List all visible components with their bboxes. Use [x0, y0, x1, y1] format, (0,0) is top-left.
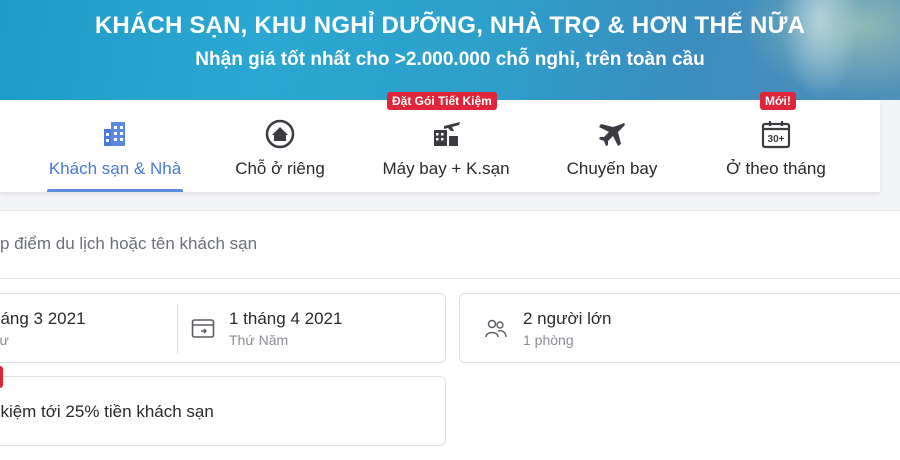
tab-private-homes[interactable]: Chỗ ở riêng	[224, 100, 336, 192]
search-panel: p điểm du lịch hoặc tên khách sạn háng 3…	[0, 210, 900, 460]
promo-badge	[0, 366, 3, 388]
active-tab-indicator	[47, 189, 183, 192]
calendar-checkout-icon	[191, 319, 215, 338]
search-placeholder: p điểm du lịch hoặc tên khách sạn	[0, 234, 258, 253]
date-divider	[177, 304, 178, 354]
hero-subtitle: Nhận giá tốt nhất cho >2.000.000 chỗ ngh…	[195, 49, 705, 70]
tab-hotels-homes[interactable]: Khách sạn & Nhà	[47, 100, 183, 192]
hero-banner: KHÁCH SẠN, KHU NGHỈ DƯỠNG, NHÀ TRỌ & HƠN…	[0, 0, 900, 100]
tab-label: Ở theo tháng	[726, 159, 826, 178]
airplane-icon	[599, 123, 625, 146]
checkin-date[interactable]: háng 3 2021	[0, 309, 86, 329]
flight-hotel-icon	[434, 122, 460, 146]
promo-text: t kiệm tới 25% tiền khách sạn	[0, 402, 214, 421]
checkin-weekday: Tư	[0, 332, 9, 348]
tab-monthly-stays[interactable]: Mới! 30+ Ở theo tháng	[720, 92, 832, 192]
adults-count: 2 người lớn	[523, 309, 612, 328]
checkout-date[interactable]: 1 tháng 4 2021	[229, 309, 342, 329]
tab-label: Chỗ ở riêng	[235, 159, 325, 178]
guests-icon	[485, 319, 507, 338]
new-badge: Mới!	[760, 92, 796, 110]
date-picker[interactable]: háng 3 2021 Tư 1 tháng 4 2021 Thứ Năm	[0, 293, 446, 363]
tab-label: Chuyến bay	[566, 159, 658, 178]
hotel-building-icon	[104, 122, 125, 146]
rooms-count: 1 phòng	[523, 332, 574, 348]
destination-search-input[interactable]: p điểm du lịch hoặc tên khách sạn	[0, 211, 900, 279]
checkout-weekday: Thứ Năm	[229, 332, 289, 348]
tab-label: Khách sạn & Nhà	[48, 159, 182, 178]
tab-flight-hotel[interactable]: Đặt Gói Tiết Kiệm Máy bay + K.sạn	[378, 92, 514, 192]
calendar-30-icon: 30+	[761, 121, 791, 149]
private-home-icon	[265, 119, 295, 149]
product-tab-bar: Khách sạn & Nhà Chỗ ở riêng Đặt Gói Tiết…	[0, 92, 880, 192]
hero-title: KHÁCH SẠN, KHU NGHỈ DƯỠNG, NHÀ TRỌ & HƠN…	[94, 12, 806, 39]
savings-package-badge: Đặt Gói Tiết Kiệm	[387, 92, 497, 110]
promo-option[interactable]: t kiệm tới 25% tiền khách sạn	[0, 376, 446, 446]
tab-flights[interactable]: Chuyến bay	[560, 100, 664, 192]
svg-text:30+: 30+	[768, 134, 785, 145]
guest-room-selector[interactable]: 2 người lớn 1 phòng	[459, 293, 900, 363]
tab-label: Máy bay + K.sạn	[382, 159, 510, 178]
